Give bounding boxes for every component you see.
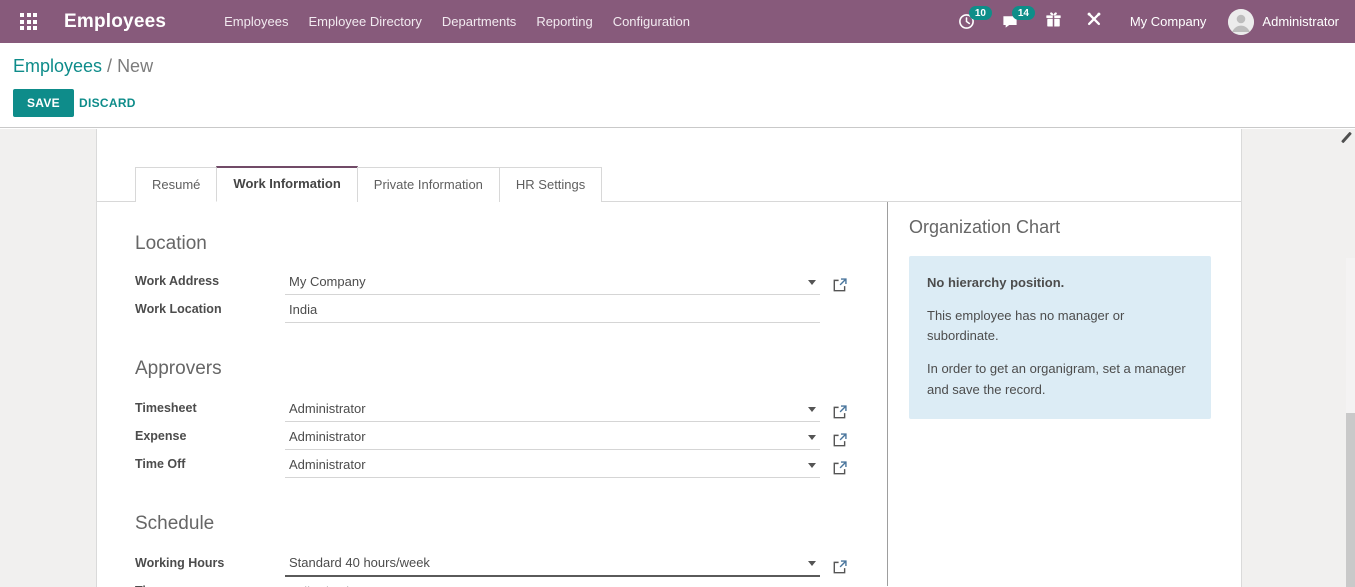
timeoff-label: Time Off [135, 457, 285, 478]
menu-configuration[interactable]: Configuration [603, 2, 700, 41]
org-chart-alert-title: No hierarchy position. [927, 273, 1193, 293]
breadcrumb-separator: / [102, 56, 117, 76]
menu-employee-directory[interactable]: Employee Directory [298, 2, 431, 41]
tab-content-work-information: Location Work Address Work Location [97, 202, 1241, 586]
breadcrumb-employees-link[interactable]: Employees [13, 56, 102, 76]
external-link-icon[interactable] [833, 405, 847, 419]
form-sheet: Resumé Work Information Private Informat… [96, 129, 1242, 587]
tab-work-information[interactable]: Work Information [216, 166, 357, 202]
timesheet-approver-row: Timesheet [135, 395, 887, 422]
menu-departments[interactable]: Departments [432, 2, 526, 41]
crossed-tools-icon [1086, 11, 1102, 32]
avatar [1228, 9, 1254, 35]
user-name: Administrator [1262, 14, 1339, 29]
scrollbar-thumb[interactable] [1346, 413, 1355, 587]
external-link-icon[interactable] [833, 560, 847, 574]
systray: 10 14 My Company [958, 9, 1339, 35]
timeoff-input[interactable] [285, 454, 820, 477]
section-title-location: Location [135, 233, 887, 255]
activities-count-badge: 10 [969, 6, 992, 20]
working-hours-input[interactable] [285, 552, 820, 575]
section-title-schedule: Schedule [135, 513, 887, 535]
org-chart-panel: Organization Chart No hierarchy position… [888, 202, 1241, 586]
tab-resume[interactable]: Resumé [135, 167, 217, 202]
form-fields-column: Location Work Address Work Location [97, 202, 888, 586]
external-link-icon[interactable] [833, 278, 847, 292]
control-panel: Employees / New SAVE DISCARD [0, 43, 1355, 128]
menu-reporting[interactable]: Reporting [526, 2, 602, 41]
content-area: Resumé Work Information Private Informat… [0, 129, 1355, 587]
vertical-scrollbar[interactable] [1346, 258, 1355, 587]
discard-button[interactable]: DISCARD [79, 89, 136, 117]
org-chart-title: Organization Chart [909, 217, 1241, 238]
messages-button[interactable]: 14 [1001, 13, 1019, 30]
working-hours-field [285, 552, 820, 577]
timesheet-field [285, 398, 820, 422]
work-address-input[interactable] [285, 271, 820, 294]
chevron-down-icon[interactable] [808, 435, 816, 440]
employees-app-window: Employees Employees Employee Directory D… [0, 0, 1355, 587]
activities-button[interactable]: 10 [958, 13, 975, 30]
expense-approver-row: Expense [135, 423, 887, 450]
apps-menu-icon[interactable] [20, 13, 37, 30]
user-menu[interactable]: Administrator [1228, 9, 1339, 35]
org-chart-info-box: No hierarchy position. This employee has… [909, 256, 1211, 419]
work-address-field [285, 271, 820, 295]
expense-field [285, 426, 820, 450]
chevron-down-icon[interactable] [808, 463, 816, 468]
save-button[interactable]: SAVE [13, 89, 74, 117]
top-navbar: Employees Employees Employee Directory D… [0, 0, 1355, 43]
app-title[interactable]: Employees [64, 11, 166, 33]
working-hours-row: Working Hours [135, 550, 887, 577]
expense-input[interactable] [285, 426, 820, 449]
top-menu: Employees Employee Directory Departments… [214, 2, 700, 41]
tools-button[interactable] [1086, 11, 1102, 32]
working-hours-label: Working Hours [135, 556, 285, 577]
timeoff-approver-row: Time Off [135, 451, 887, 478]
external-link-icon[interactable] [833, 433, 847, 447]
timesheet-label: Timesheet [135, 401, 285, 422]
messages-count-badge: 14 [1012, 6, 1035, 20]
expense-label: Expense [135, 429, 285, 450]
timezone-row: Timezone [135, 578, 887, 587]
chevron-down-icon[interactable] [808, 280, 816, 285]
work-address-row: Work Address [135, 268, 887, 295]
work-address-label: Work Address [135, 274, 285, 295]
external-link-icon[interactable] [833, 461, 847, 475]
gift-button[interactable] [1045, 11, 1062, 33]
work-location-input[interactable] [285, 299, 820, 322]
work-location-row: Work Location [135, 296, 887, 323]
org-chart-alert-line2: In order to get an organigram, set a man… [927, 359, 1193, 399]
work-location-label: Work Location [135, 302, 285, 323]
chevron-down-icon[interactable] [808, 561, 816, 566]
timeoff-field [285, 454, 820, 478]
breadcrumb: Employees / New [13, 56, 153, 77]
company-switcher[interactable]: My Company [1130, 14, 1207, 29]
section-title-approvers: Approvers [135, 358, 887, 380]
tab-private-information[interactable]: Private Information [357, 167, 500, 202]
org-chart-alert-line1: This employee has no manager or subordin… [927, 306, 1193, 346]
notebook-tabs: Resumé Work Information Private Informat… [97, 166, 1241, 202]
timezone-select [285, 581, 820, 587]
timezone-input[interactable] [285, 581, 820, 587]
timesheet-input[interactable] [285, 398, 820, 421]
menu-employees[interactable]: Employees [214, 2, 298, 41]
gift-icon [1045, 11, 1062, 33]
breadcrumb-current: New [117, 56, 153, 76]
tab-hr-settings[interactable]: HR Settings [499, 167, 602, 202]
chevron-down-icon[interactable] [808, 407, 816, 412]
work-location-field [285, 299, 820, 323]
